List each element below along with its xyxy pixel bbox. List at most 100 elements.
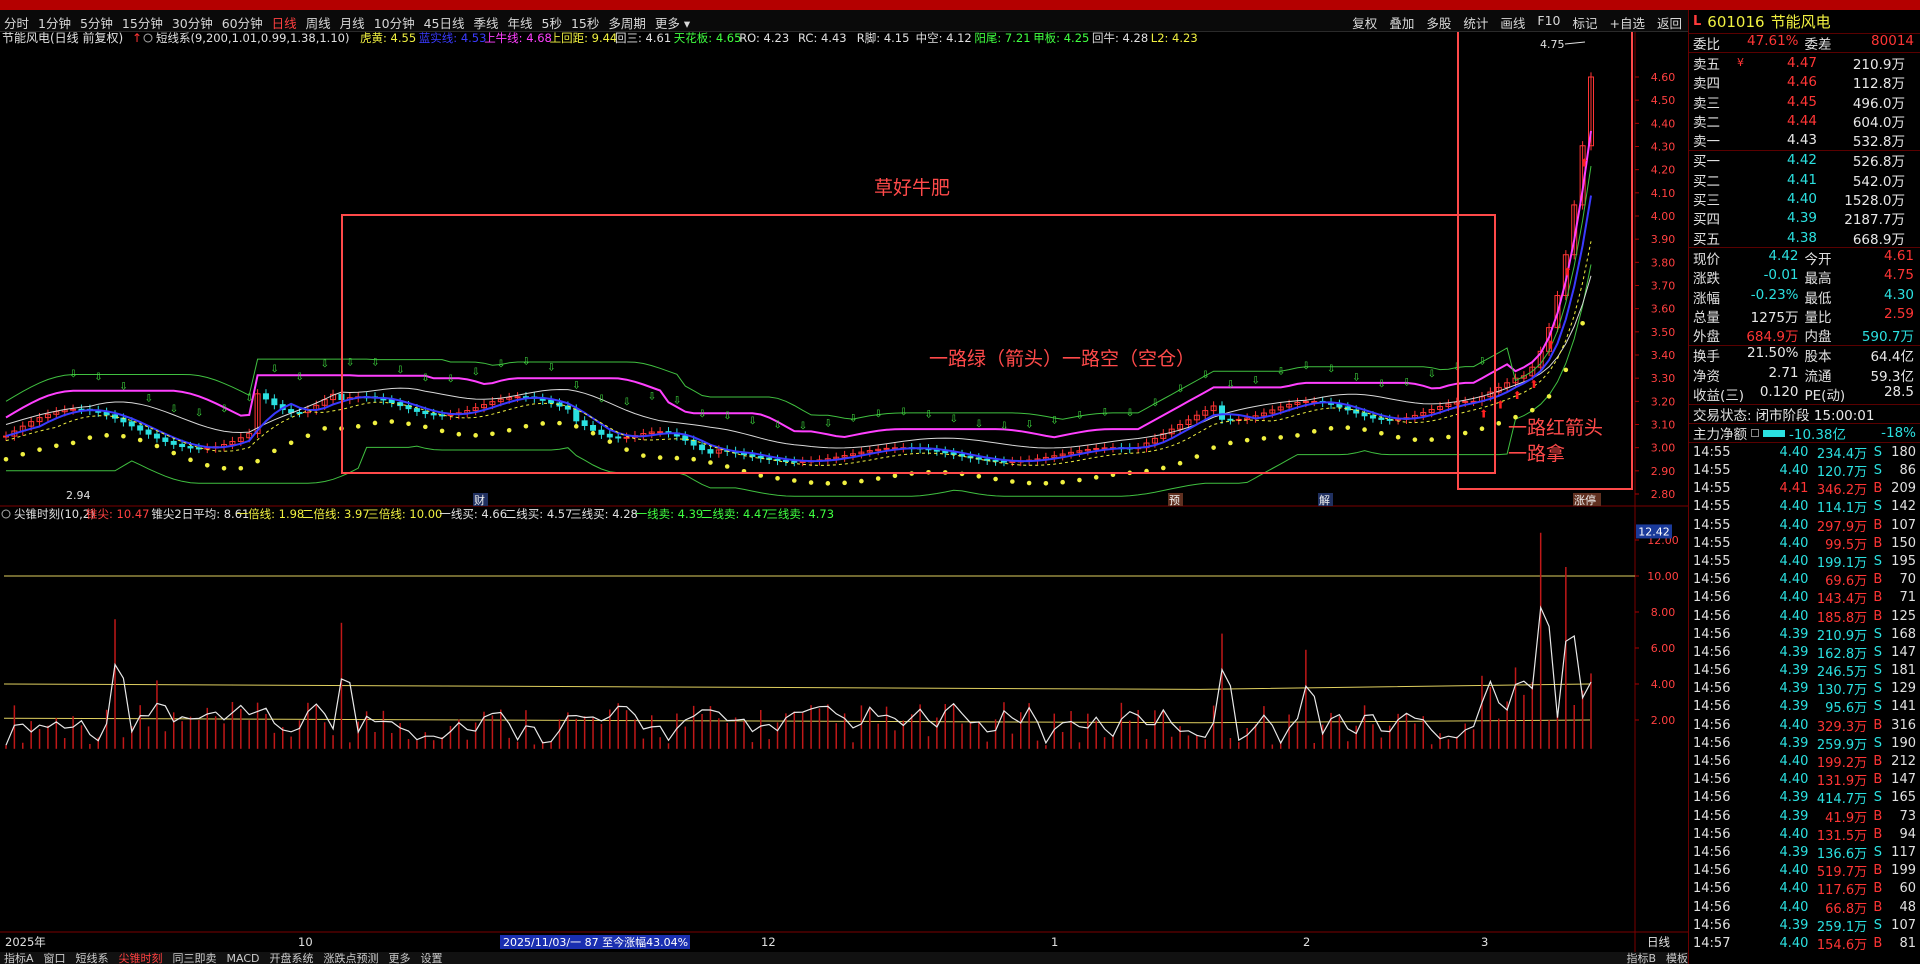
indicator-tab[interactable]: 更多 [389,952,411,964]
annotation-box-title: 草好牛肥 [874,177,950,199]
settings-icon[interactable] [143,33,153,43]
chart-action-button[interactable]: 返回 [1657,13,1682,32]
candle-body [1093,447,1100,450]
period-tab[interactable]: 分时 [4,13,29,32]
trade-price: 4.39 [1779,844,1809,860]
chart-action-button[interactable]: 画线 [1500,13,1525,32]
sell-arrow-icon: ⇩ [774,420,782,431]
status-label: 交易状态: [1693,407,1752,424]
bid-row[interactable]: 买二 4.41 542.0万 [1689,170,1920,190]
range-label: 2025/11/03/一 87 至今涨幅43.04% [503,935,688,949]
indicator-tab[interactable]: 模板 [1666,952,1688,964]
trade-price: 4.40 [1779,463,1809,479]
trade-price: 4.39 [1779,735,1809,751]
bid-row[interactable]: 买三 4.40 1528.0万 [1689,189,1920,209]
stat-key: 流通 [1804,368,1832,385]
chart-action-button[interactable]: 多股 [1426,13,1451,32]
period-tab[interactable]: 日线 [272,13,297,32]
indicator-tab[interactable]: 指标A [4,952,34,964]
bid-row[interactable]: 买五 4.38 668.9万 [1689,228,1920,248]
candle-body [413,408,420,412]
period-tab[interactable]: 多周期 [608,13,646,32]
period-tab[interactable]: 15分钟 [122,13,163,32]
sell-arrow-icon: ⇩ [824,418,832,429]
support-dot [171,450,177,456]
chart-action-button[interactable]: 标记 [1572,13,1597,32]
trade-ticks[interactable]: 14:55 4.40 234.4万 S 180 14:55 4.40 120.7万 S 86 14:… [1689,443,1920,953]
candle-body [1227,418,1234,421]
chart-action-button[interactable]: 叠加 [1389,13,1414,32]
period-tab[interactable]: 5分钟 [80,13,113,32]
trade-volume: 234.4万 [1816,446,1868,462]
indicator-tab[interactable]: 设置 [421,952,443,964]
indicator-tab[interactable]: 短线系 [76,952,109,964]
trade-row: 14:55 4.40 114.1万 S 142 [1689,498,1920,516]
period-tab[interactable]: 45日线 [424,13,465,32]
indicator-tab[interactable]: 开盘系统 [270,952,314,964]
ask-row[interactable]: 卖四 4.46 112.8万 [1689,73,1920,92]
trade-count: 165 [1891,790,1916,806]
stat-key: 换手 [1693,349,1720,366]
period-tab[interactable]: 1分钟 [38,13,71,32]
stat-key: 现价 [1693,251,1720,268]
flow-toggle-icon[interactable] [1751,429,1759,438]
up-arrow-icon: ↑ [132,32,142,45]
support-dot [1429,437,1434,442]
period-tab[interactable]: 更多 ▾ [655,13,690,32]
sell-arrow-icon: ⇩ [748,416,756,427]
chart-action-button[interactable]: +自选 [1610,13,1645,32]
trade-price: 4.40 [1779,608,1809,624]
indicator-tab[interactable]: 窗口 [44,952,66,964]
title-bar [0,0,1920,10]
indicator-tab[interactable]: 同三即卖 [173,952,217,964]
ask-row[interactable]: 卖一 4.43 532.8万 [1689,130,1920,150]
chart-action-button[interactable]: 复权 [1352,13,1377,32]
trade-price: 4.39 [1779,644,1809,660]
indicator-tab[interactable]: 涨跌点预测 [324,952,379,964]
indicator-tab[interactable]: MACD [227,952,260,964]
sell-arrow-icon: ⇩ [1403,377,1411,388]
period-tab[interactable]: 10分钟 [374,13,415,32]
sell-arrow-icon: ⇩ [1101,407,1109,418]
candle-body [271,398,278,406]
support-dot [792,478,797,483]
chart-action-button[interactable]: 统计 [1463,13,1488,32]
support-dot [1580,320,1585,326]
period-tab[interactable]: 30分钟 [172,13,213,32]
trade-count: 94 [1899,826,1916,842]
ratio-label: 委比 [1693,37,1720,54]
bid-row[interactable]: 买四 4.39 2187.7万 [1689,209,1920,228]
period-tab[interactable]: 60分钟 [222,13,263,32]
period-tab[interactable]: 月线 [340,13,365,32]
trade-price: 4.40 [1779,572,1809,588]
chart-action-button[interactable]: F10 [1537,13,1560,32]
support-dot [288,440,294,446]
ask-row[interactable]: 卖五 ¥4.47 210.9万 [1689,53,1920,73]
period-tab[interactable]: 年线 [508,13,533,32]
period-tab[interactable]: 周线 [306,13,331,32]
support-dot [590,430,596,436]
period-tab[interactable]: 5秒 [542,13,562,32]
single-line [3,717,1591,724]
support-dot [1462,430,1468,436]
indicator-tab[interactable]: 指标B [1626,952,1656,964]
ask-row[interactable]: 卖二 4.44 604.0万 [1689,111,1920,131]
period-tab[interactable]: 15秒 [571,13,599,32]
indicator-tab[interactable]: 尖锥时刻 [119,952,163,964]
kline-chart-area[interactable]: 节能风电(日线 前复权) ↑ 短线系(9,200,1.01,0.99,1.38,1.… [0,32,1688,952]
ask-price: 4.44 [1786,112,1817,129]
period-tab[interactable]: 季线 [474,13,499,32]
time-axis-label: 2 [1303,935,1310,949]
trade-volume: 297.9万 [1816,519,1868,535]
indicator-settings-icon[interactable] [1,509,11,519]
stat-row: 现价 4.42 今开 4.61 [1689,248,1920,268]
trade-row: 14:56 4.39 414.7万 S 165 [1689,789,1920,807]
ask-row[interactable]: 卖三 4.45 496.0万 [1689,92,1920,112]
lower-tick-label: 4.00 [1651,678,1676,691]
price-tick-label: 4.10 [1651,187,1676,200]
candle-body [623,436,630,439]
sell-arrow-icon: ⇩ [94,372,102,383]
trade-price: 4.40 [1779,517,1809,533]
sell-arrow-icon: ⇩ [1302,361,1310,372]
bid-row[interactable]: 买一 4.42 526.8万 [1689,151,1920,170]
